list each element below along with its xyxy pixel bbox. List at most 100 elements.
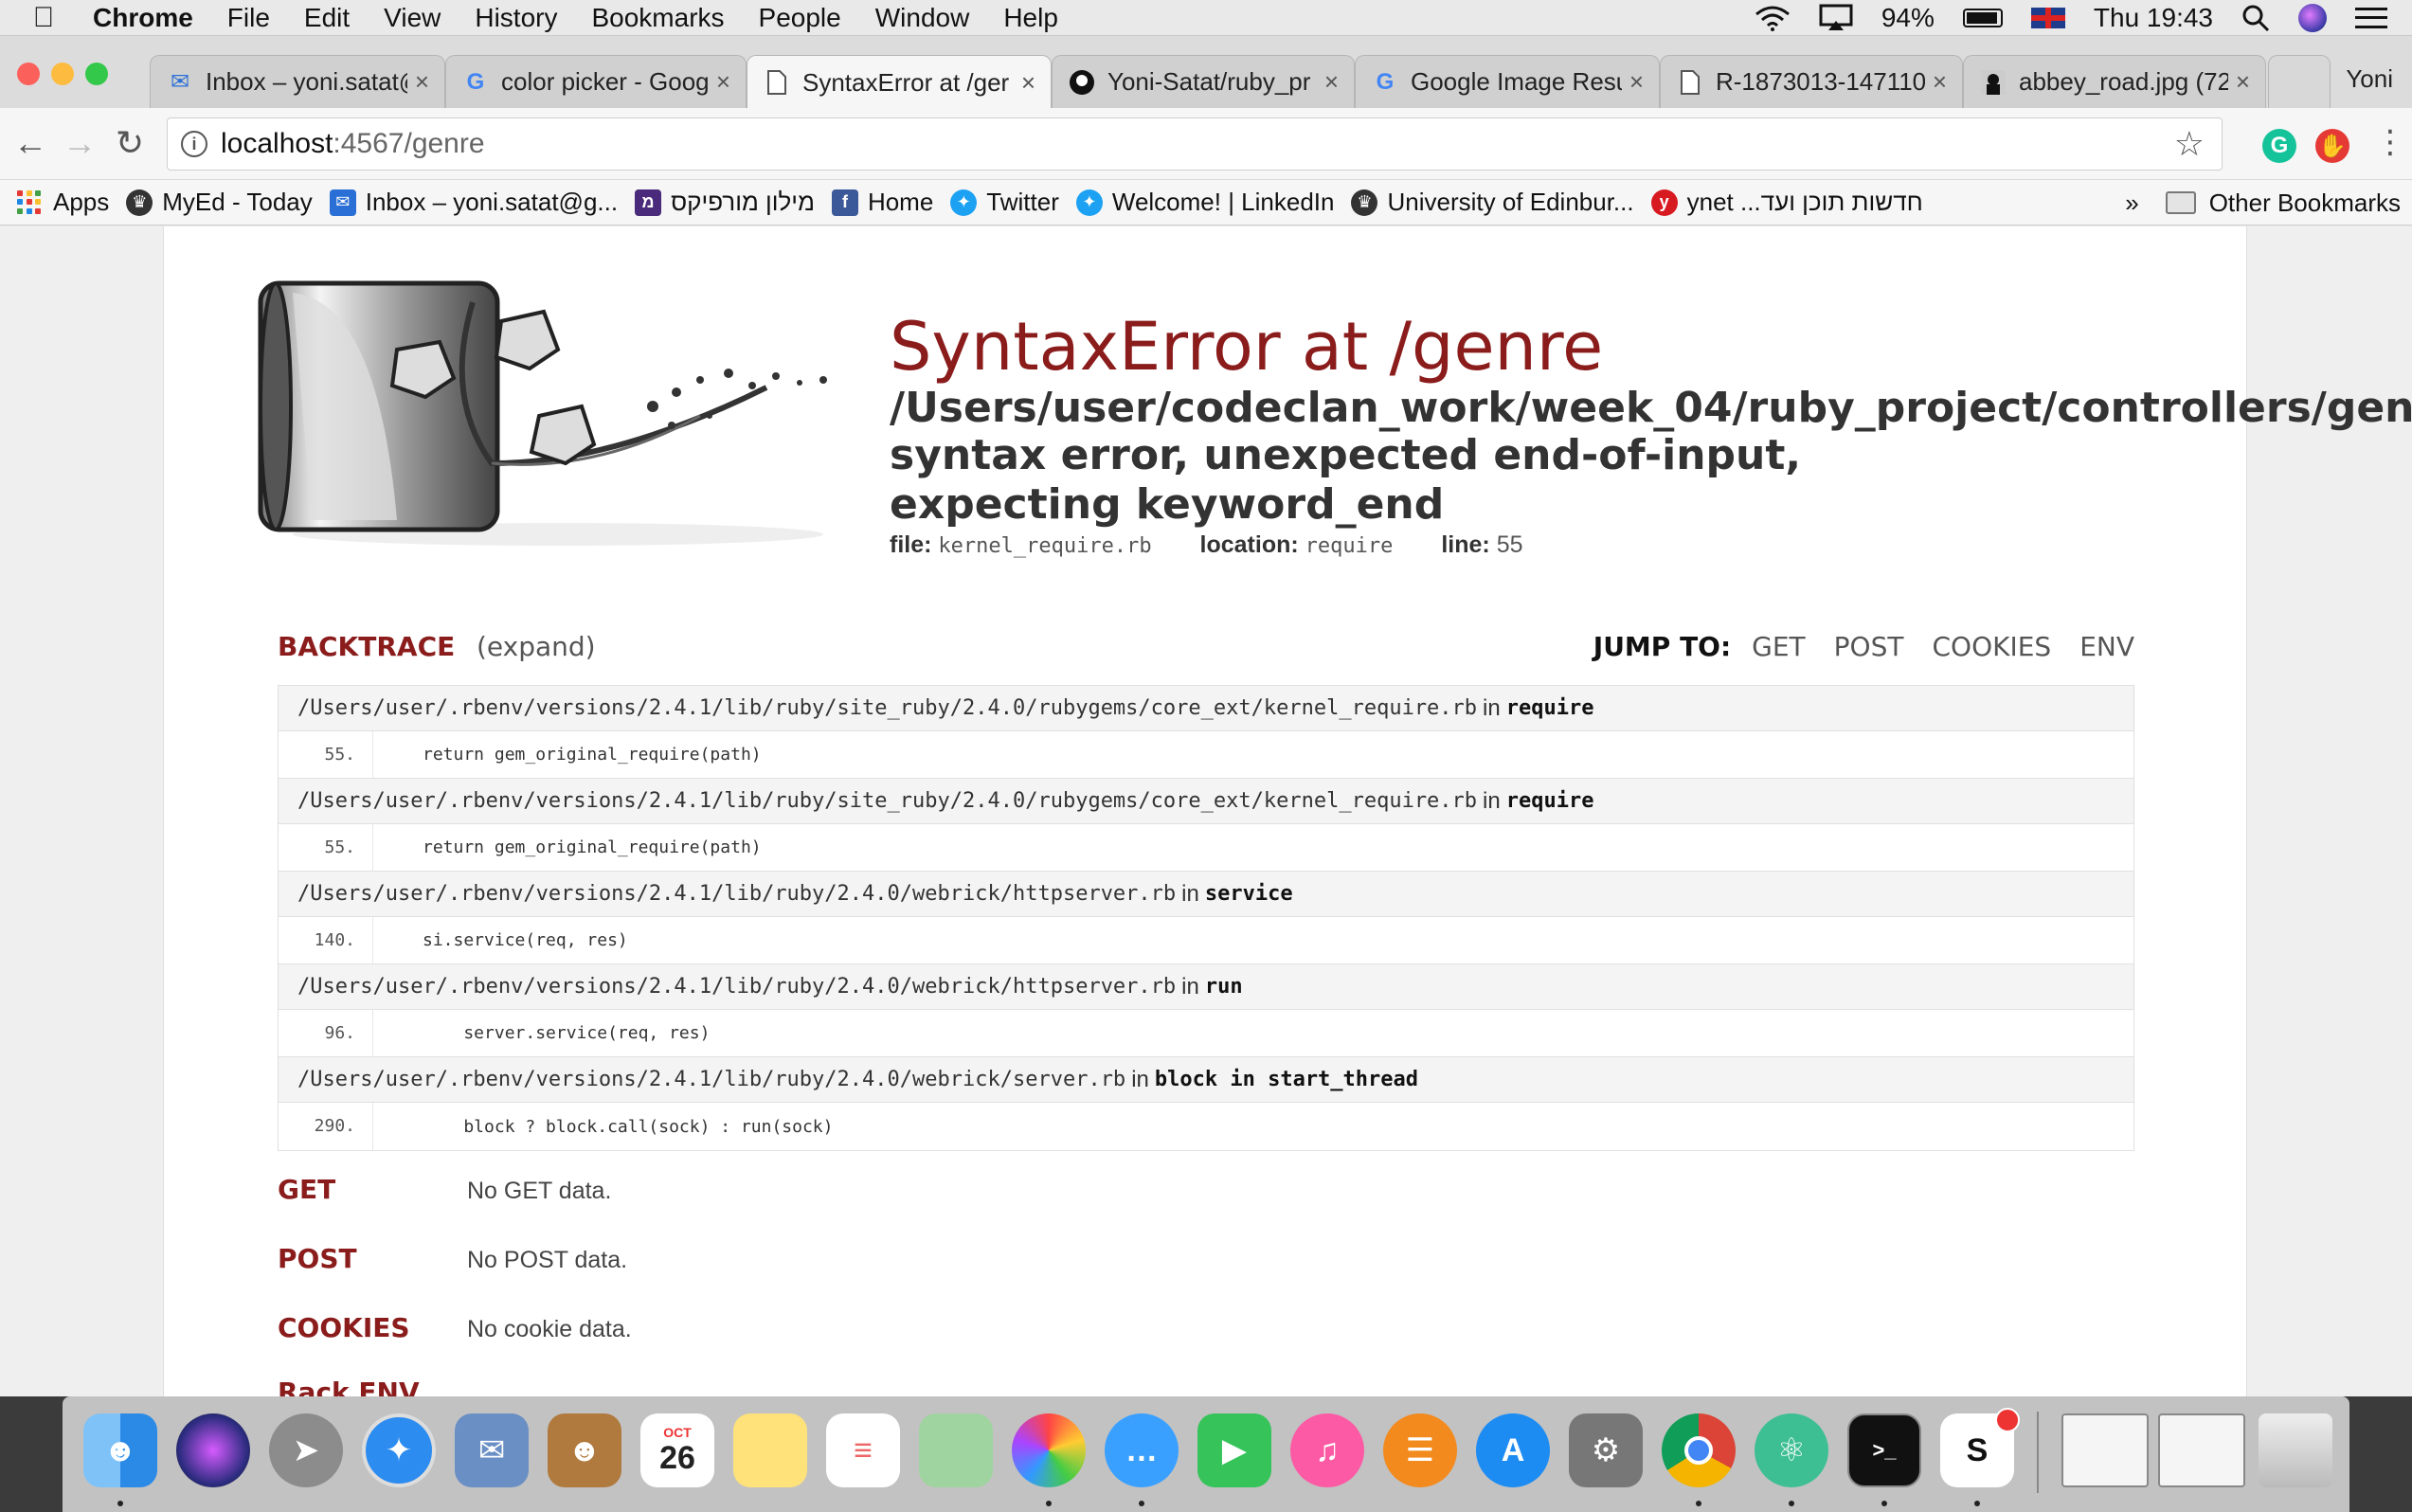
trash-icon[interactable]: [2259, 1413, 2332, 1487]
line-value: 55: [1496, 531, 1523, 558]
jump-link-env[interactable]: ENV: [2079, 631, 2134, 662]
contacts-icon[interactable]: ☻: [548, 1413, 621, 1487]
menu-history[interactable]: History: [458, 3, 574, 33]
launchpad-rocket-icon[interactable]: ➤: [269, 1413, 343, 1487]
photos-flower-icon[interactable]: [1012, 1413, 1086, 1487]
tab-inbox[interactable]: ✉ Inbox – yoni.satat@ ×: [150, 55, 445, 108]
ublock-icon[interactable]: ✋: [2315, 129, 2349, 163]
ibooks-icon[interactable]: ☰: [1383, 1413, 1457, 1487]
zoom-window-button[interactable]: [85, 63, 108, 85]
atom-icon[interactable]: ⚛: [1755, 1413, 1828, 1487]
tab-r-document[interactable]: R-1873013-147110 ×: [1660, 55, 1963, 108]
tab-github[interactable]: Yoni-Satat/ruby_pr ×: [1052, 55, 1355, 108]
system-preferences-gear-icon[interactable]: ⚙: [1569, 1413, 1643, 1487]
back-arrow-icon[interactable]: ←: [13, 123, 47, 163]
chrome-menu-icon[interactable]: ⋮: [2374, 123, 2406, 161]
info-icon[interactable]: i: [181, 131, 207, 157]
jump-link-get[interactable]: GET: [1752, 631, 1806, 662]
frame-header[interactable]: /Users/user/.rbenv/versions/2.4.1/lib/ru…: [279, 686, 2133, 731]
slack-icon[interactable]: S: [1940, 1408, 2020, 1487]
close-icon[interactable]: ×: [415, 67, 429, 97]
minimized-window-thumbnail[interactable]: [2158, 1413, 2245, 1487]
bookmark-morfix[interactable]: מ מילון מורפיקס: [635, 188, 832, 217]
close-icon[interactable]: ×: [1933, 67, 1947, 97]
menu-app-name[interactable]: Chrome: [72, 3, 210, 33]
other-bookmarks[interactable]: Other Bookmarks: [2209, 189, 2401, 218]
frame-header[interactable]: /Users/user/.rbenv/versions/2.4.1/lib/ru…: [279, 779, 2133, 824]
close-icon[interactable]: ×: [1324, 67, 1339, 97]
messages-icon[interactable]: …: [1105, 1413, 1179, 1487]
grammarly-icon[interactable]: G: [2262, 129, 2296, 163]
bookmark-inbox[interactable]: ✉ Inbox – yoni.satat@g...: [329, 188, 635, 217]
siri-icon[interactable]: [176, 1413, 250, 1487]
bookmark-linkedin[interactable]: ✦ Welcome! | LinkedIn: [1075, 188, 1352, 217]
profile-name[interactable]: Yoni: [2346, 64, 2393, 94]
backtrace-expand-link[interactable]: (expand): [477, 631, 596, 662]
airplay-icon[interactable]: [1819, 4, 1853, 32]
apple-icon[interactable]: : [15, 2, 72, 34]
minimize-window-button[interactable]: [51, 63, 74, 85]
spotlight-search-icon[interactable]: [2241, 4, 2270, 32]
clock[interactable]: Thu 19:43: [2094, 3, 2213, 33]
menu-edit[interactable]: Edit: [287, 3, 367, 33]
menu-help[interactable]: Help: [986, 3, 1075, 33]
siri-icon[interactable]: [2298, 3, 2327, 32]
bookmark-edinburgh[interactable]: ♛ University of Edinbur...: [1351, 188, 1650, 217]
menu-view[interactable]: View: [367, 3, 458, 33]
reminders-icon[interactable]: ≡: [826, 1413, 900, 1487]
bookmark-twitter[interactable]: ✦ Twitter: [950, 188, 1076, 217]
close-icon[interactable]: ×: [1629, 67, 1644, 97]
error-file-path: /Users/user/codeclan_work/week_04/ruby_p…: [890, 384, 2412, 432]
forward-arrow-icon[interactable]: →: [63, 123, 97, 163]
jump-link-post[interactable]: POST: [1834, 631, 1904, 662]
close-icon[interactable]: ×: [1021, 68, 1035, 98]
menu-window[interactable]: Window: [858, 3, 987, 33]
frame-header[interactable]: /Users/user/.rbenv/versions/2.4.1/lib/ru…: [279, 1057, 2133, 1103]
notes-icon[interactable]: [733, 1413, 807, 1487]
new-tab-button[interactable]: [2268, 55, 2331, 108]
jump-to-label: JUMP TO:: [1593, 631, 1732, 662]
address-bar[interactable]: i localhost:4567/genre ☆: [167, 117, 2223, 171]
tab-syntax-error[interactable]: SyntaxError at /ger ×: [747, 55, 1052, 109]
bookmark-facebook-home[interactable]: f Home: [831, 188, 950, 217]
frame-source: return gem_original_require(path): [423, 837, 762, 857]
itunes-note-icon[interactable]: ♫: [1290, 1413, 1364, 1487]
uk-flag-icon[interactable]: [2030, 7, 2065, 28]
jump-link-cookies[interactable]: COOKIES: [1932, 631, 2051, 662]
menu-file[interactable]: File: [210, 3, 287, 33]
frame-header[interactable]: /Users/user/.rbenv/versions/2.4.1/lib/ru…: [279, 872, 2133, 917]
bookmark-ynet[interactable]: y ynet ...חדשות תוכן ועד: [1650, 188, 1940, 217]
menu-people[interactable]: People: [742, 3, 858, 33]
terminal-icon[interactable]: >_: [1847, 1413, 1921, 1487]
notification-center-icon[interactable]: [2355, 7, 2387, 28]
frame-line-number: 96.: [279, 1009, 373, 1057]
chrome-icon[interactable]: [1662, 1413, 1736, 1487]
get-text: No GET data.: [467, 1178, 612, 1204]
close-icon[interactable]: ×: [2236, 67, 2250, 97]
location-value: require: [1305, 534, 1394, 558]
calendar-icon[interactable]: OCT 26: [640, 1413, 714, 1487]
mail-stamp-icon[interactable]: ✉: [455, 1413, 529, 1487]
tab-abbey-road[interactable]: abbey_road.jpg (72 ×: [1963, 55, 2266, 108]
facetime-icon[interactable]: ▶: [1197, 1413, 1271, 1487]
wifi-icon[interactable]: [1755, 5, 1791, 31]
bookmark-apps[interactable]: Apps: [17, 188, 126, 217]
tab-google-images[interactable]: G Google Image Resu ×: [1355, 55, 1660, 108]
safari-compass-icon[interactable]: ✦: [362, 1413, 436, 1487]
minimized-window-thumbnail[interactable]: [2061, 1413, 2149, 1487]
close-icon[interactable]: ×: [716, 67, 730, 97]
frame-header[interactable]: /Users/user/.rbenv/versions/2.4.1/lib/ru…: [279, 964, 2133, 1010]
bookmark-myed[interactable]: ♛ MyEd - Today: [126, 188, 329, 217]
bookmark-star-icon[interactable]: ☆: [2174, 124, 2205, 164]
app-store-icon[interactable]: A: [1476, 1413, 1550, 1487]
close-window-button[interactable]: [17, 63, 40, 85]
menu-bookmarks[interactable]: Bookmarks: [574, 3, 741, 33]
tab-title: abbey_road.jpg (72: [2019, 67, 2228, 96]
maps-icon[interactable]: [919, 1413, 993, 1487]
battery-icon[interactable]: [1962, 8, 2003, 27]
bookmarks-overflow-chevron-icon[interactable]: »: [2125, 189, 2138, 218]
frame-code: 96. server.service(req, res): [279, 1009, 2133, 1057]
reload-icon[interactable]: ↻: [116, 123, 144, 163]
tab-color-picker[interactable]: G color picker - Goog ×: [445, 55, 747, 108]
finder-icon[interactable]: ☻: [83, 1413, 157, 1487]
